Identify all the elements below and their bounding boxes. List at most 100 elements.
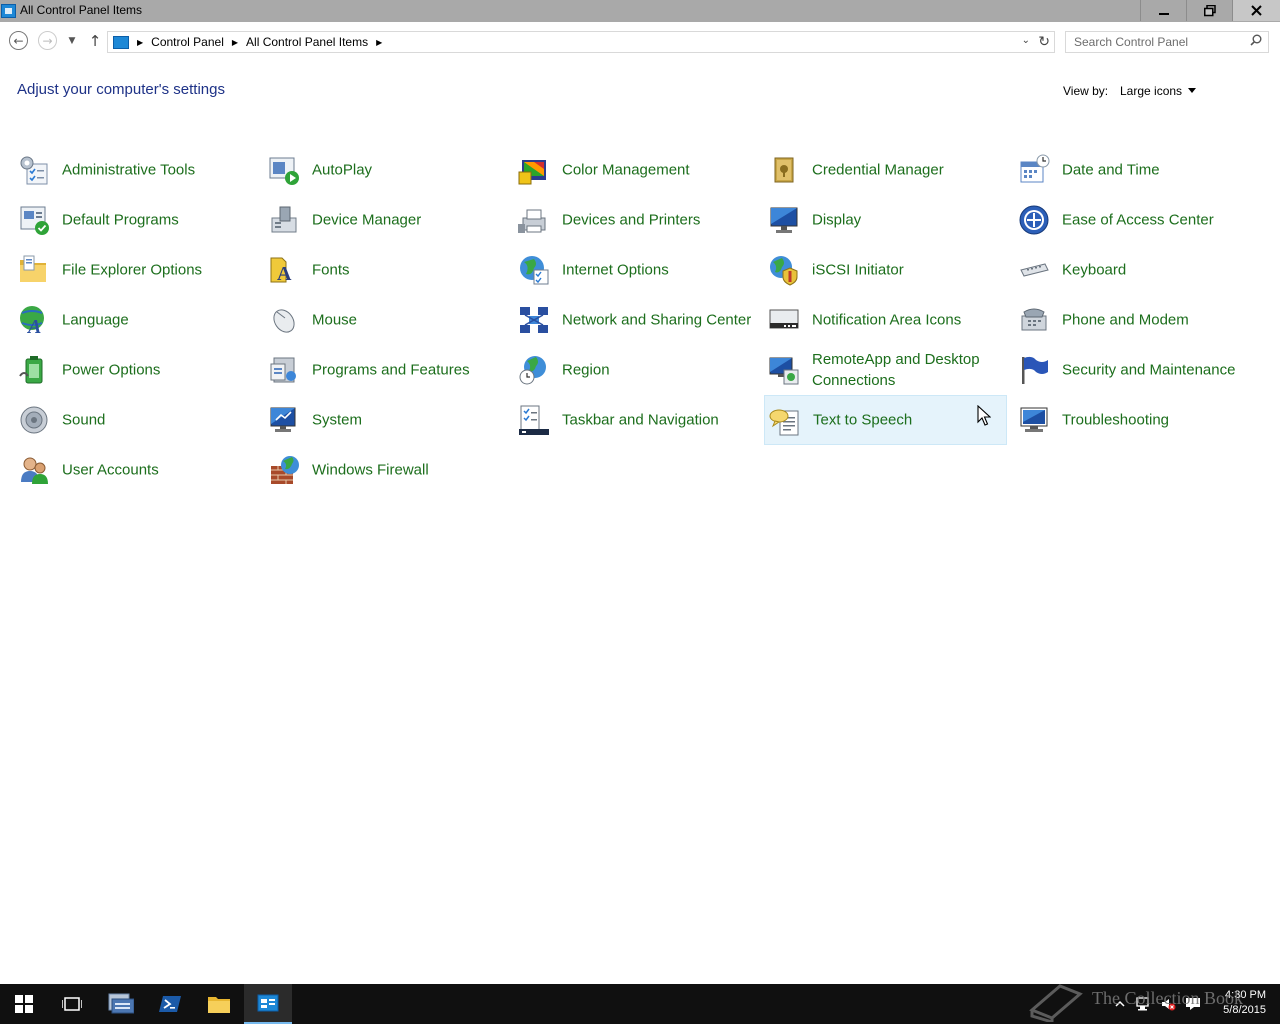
item-label: Network and Sharing Center (562, 311, 752, 329)
date-time-icon (1020, 154, 1050, 183)
control-panel-item-notification-area-icons[interactable]: Notification Area Icons (764, 295, 1007, 345)
item-label: Mouse (312, 311, 358, 329)
control-panel-item-programs-and-features[interactable]: Programs and Features (264, 345, 507, 395)
user-accounts-icon (21, 457, 48, 484)
autoplay-icon (269, 157, 299, 185)
title-bar: All Control Panel Items (0, 0, 1280, 22)
control-panel-item-date-and-time[interactable]: Date and Time (1014, 145, 1257, 195)
back-button[interactable]: ← (9, 31, 28, 50)
item-label: Power Options (62, 361, 161, 379)
control-panel-item-administrative-tools[interactable]: Administrative Tools (14, 145, 257, 195)
control-panel-item-internet-options[interactable]: Internet Options (514, 245, 757, 295)
control-panel-item-device-manager[interactable]: Device Manager (264, 195, 507, 245)
taskbar-navigation-icon (519, 405, 549, 435)
refresh-icon[interactable]: ↻ (1038, 33, 1050, 50)
region-icon (519, 356, 546, 385)
control-panel-item-phone-and-modem[interactable]: Phone and Modem (1014, 295, 1257, 345)
file-explorer-button[interactable] (195, 984, 243, 1024)
address-history-dropdown[interactable]: ⌄ (1022, 35, 1030, 46)
item-label: Sound (62, 411, 106, 429)
item-label: Language (62, 311, 129, 329)
breadcrumb-all-items[interactable]: All Control Panel Items (246, 35, 368, 49)
control-panel-item-security-and-maintenance[interactable]: Security and Maintenance (1014, 345, 1257, 395)
control-panel-taskbar-button[interactable] (244, 984, 292, 1024)
page-title: Adjust your computer's settings (17, 81, 225, 98)
task-view-button[interactable] (48, 984, 96, 1024)
item-label: Keyboard (1062, 261, 1127, 279)
control-panel-icon (113, 35, 129, 49)
administrative-tools-icon (20, 156, 48, 185)
start-button[interactable] (0, 984, 48, 1024)
fonts-icon: A (270, 257, 292, 285)
item-label: Text to Speech (813, 411, 913, 429)
control-panel-item-file-explorer-options[interactable]: File Explorer Options (14, 245, 257, 295)
control-panel-item-windows-firewall[interactable]: Windows Firewall (264, 445, 507, 495)
close-button[interactable] (1232, 0, 1280, 21)
control-panel-item-taskbar-and-navigation[interactable]: Taskbar and Navigation (514, 395, 757, 445)
troubleshooting-icon (1020, 407, 1048, 432)
devices-printers-icon (518, 209, 546, 233)
control-panel-item-color-management[interactable]: Color Management (514, 145, 757, 195)
powershell-button[interactable] (146, 984, 194, 1024)
file-explorer-options-icon (20, 255, 46, 282)
item-label: Internet Options (562, 261, 669, 279)
restore-icon (1203, 4, 1216, 16)
control-panel-item-mouse[interactable]: Mouse (264, 295, 507, 345)
power-options-icon (19, 356, 43, 384)
control-panel-item-iscsi-initiator[interactable]: iSCSI Initiator (764, 245, 1007, 295)
control-panel-item-default-programs[interactable]: Default Programs (14, 195, 257, 245)
item-label: Default Programs (62, 211, 179, 229)
up-button[interactable]: ↑ (85, 31, 105, 51)
control-panel-item-region[interactable]: Region (514, 345, 757, 395)
breadcrumb-chevron-icon[interactable]: ▶ (376, 38, 382, 47)
control-panel-item-ease-of-access-center[interactable]: Ease of Access Center (1014, 195, 1257, 245)
chevron-down-icon[interactable] (1188, 88, 1196, 93)
control-panel-item-system[interactable]: System (264, 395, 507, 445)
view-by-label: View by: (1063, 84, 1109, 98)
control-panel-icon (1, 4, 16, 18)
address-bar[interactable]: ▶ Control Panel ▶ All Control Panel Item… (107, 31, 1055, 53)
item-label: Taskbar and Navigation (562, 411, 719, 429)
item-label: Ease of Access Center (1062, 211, 1214, 229)
breadcrumb-control-panel[interactable]: Control Panel (151, 35, 224, 49)
restore-button[interactable] (1186, 0, 1232, 21)
breadcrumb-chevron-icon[interactable]: ▶ (137, 38, 143, 47)
minimize-button[interactable] (1140, 0, 1186, 21)
breadcrumb-chevron-icon[interactable]: ▶ (232, 38, 238, 47)
server-manager-icon (108, 993, 134, 1014)
control-panel-item-troubleshooting[interactable]: Troubleshooting (1014, 395, 1257, 445)
forward-button[interactable]: → (38, 31, 57, 50)
control-panel-item-power-options[interactable]: Power Options (14, 345, 257, 395)
control-panel-item-keyboard[interactable]: Keyboard (1014, 245, 1257, 295)
control-panel-item-display[interactable]: Display (764, 195, 1007, 245)
mouse-cursor-icon (977, 405, 991, 426)
control-panel-item-user-accounts[interactable]: User Accounts (14, 445, 257, 495)
control-panel-item-fonts[interactable]: A Fonts (264, 245, 507, 295)
control-panel-item-credential-manager[interactable]: Credential Manager (764, 145, 1007, 195)
remoteapp-icon (769, 357, 799, 385)
control-panel-item-language[interactable]: A Language (14, 295, 257, 345)
control-panel-item-network-and-sharing-center[interactable]: Network and Sharing Center (514, 295, 757, 345)
network-sharing-icon (520, 307, 548, 333)
server-manager-button[interactable] (97, 984, 145, 1024)
language-icon: A (20, 306, 44, 336)
view-by-dropdown[interactable]: Large icons (1120, 84, 1182, 98)
windows-firewall-icon (271, 456, 299, 484)
control-panel-item-autoplay[interactable]: AutoPlay (264, 145, 507, 195)
control-panel-item-text-to-speech[interactable]: Text to Speech (764, 395, 1007, 445)
search-input[interactable]: Search Control Panel (1065, 31, 1269, 53)
search-icon[interactable] (1250, 34, 1262, 46)
keyboard-icon (1020, 263, 1049, 277)
control-panel-item-remoteapp-and-desktop-connections[interactable]: RemoteApp and Desktop Connections (764, 345, 1007, 395)
svg-text:A: A (26, 316, 41, 336)
recent-locations-button[interactable]: ▼ (62, 31, 82, 51)
chevron-down-icon: ▼ (68, 36, 76, 46)
svg-text:A: A (277, 263, 292, 285)
forward-arrow-icon: → (42, 33, 53, 48)
search-placeholder: Search Control Panel (1074, 35, 1189, 49)
item-label: Phone and Modem (1062, 311, 1189, 329)
control-panel-item-devices-and-printers[interactable]: Devices and Printers (514, 195, 757, 245)
control-panel-item-sound[interactable]: Sound (14, 395, 257, 445)
windows-logo-icon (15, 995, 33, 1013)
item-label: Windows Firewall (312, 461, 429, 479)
